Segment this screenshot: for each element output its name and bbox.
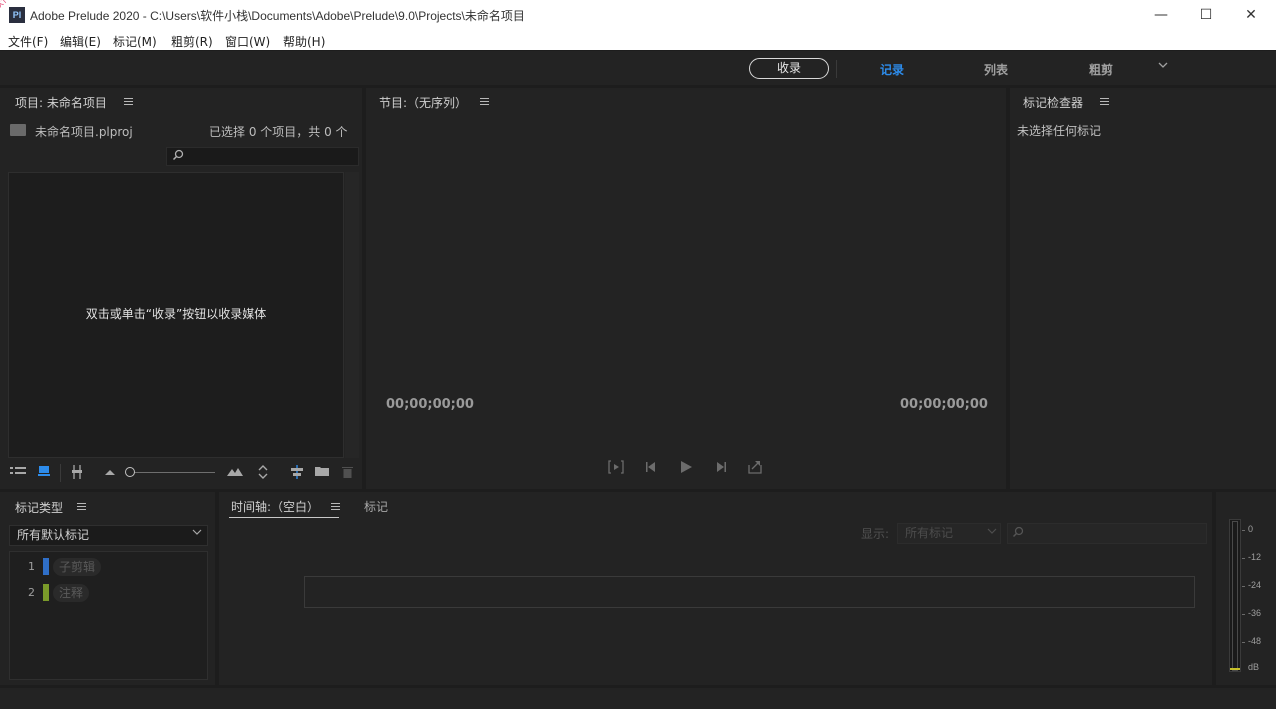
timeline-panel-menu-icon[interactable] [331,503,340,510]
show-filter-label: 显示: [861,527,890,541]
meter-label: -36 [1248,608,1262,618]
marker-type-select[interactable]: 所有默认标记 [9,525,208,546]
minimize-button[interactable]: — [1138,0,1184,30]
marker-color-swatch [43,558,49,575]
ingest-button[interactable]: 收录 [749,58,829,79]
timeline-track[interactable] [304,576,1195,608]
tab-timeline[interactable]: 时间轴:（空白） [231,498,319,515]
timecode-out[interactable]: 00;00;00;00 [900,397,988,412]
search-icon [1012,526,1024,541]
project-search-input[interactable] [166,147,359,166]
workspace-divider [836,60,837,78]
watermark-text: 公众号 软件小栈 [0,0,28,35]
freeform-view-icon[interactable] [71,465,83,481]
inspector-panel-title[interactable]: 标记检查器 [1023,94,1083,111]
marker-type-number: 2 [28,586,35,599]
icon-view-icon[interactable] [38,465,50,481]
marker-type-panel-menu-icon[interactable] [77,503,86,510]
meter-label: -12 [1248,552,1262,562]
meter-label: -48 [1248,636,1262,646]
inspector-panel-menu-icon[interactable] [1100,98,1109,105]
menu-marker[interactable]: 标记(M) [113,33,157,50]
show-filter-select[interactable]: 所有标记 [897,523,1001,544]
audio-meter-panel [1216,492,1276,685]
program-panel-title[interactable]: 节目:（无序列） [379,94,467,111]
meter-tick [1242,614,1245,615]
marker-type-comment[interactable]: 注释 [53,584,90,602]
export-frame-icon[interactable] [747,460,763,478]
automate-to-sequence-icon[interactable] [290,465,304,481]
menu-help[interactable]: 帮助(H) [283,33,325,50]
step-back-icon[interactable] [644,460,658,478]
audio-meter-level [1230,668,1240,670]
active-tab-underline [229,517,339,518]
meter-label: -24 [1248,580,1262,590]
workspace-tab-list[interactable]: 列表 [984,61,1008,78]
menu-window[interactable]: 窗口(W) [225,33,270,50]
meter-unit-label: dB [1248,662,1260,672]
workspace-tab-roughcut[interactable]: 粗剪 [1089,61,1113,78]
meter-label: 0 [1248,524,1254,534]
marker-type-subclip[interactable]: 子剪辑 [53,558,102,576]
marker-type-panel-title[interactable]: 标记类型 [15,499,63,516]
tab-markers[interactable]: 标记 [364,498,388,515]
project-list-scrollbar[interactable] [345,172,359,458]
program-monitor-panel [366,88,1006,489]
inspector-empty-message: 未选择任何标记 [1017,124,1102,138]
project-filename: 未命名项目.plproj [35,125,133,139]
sort-icon[interactable] [258,465,268,481]
close-button[interactable]: ✕ [1228,0,1274,30]
project-selection-count: 已选择 0 个项目，共 0 个 [209,125,348,139]
delete-icon[interactable] [342,465,353,481]
project-panel-menu-icon[interactable] [124,98,133,105]
zoom-in-icon[interactable] [227,465,243,481]
play-icon[interactable] [679,460,693,478]
marker-type-list [9,551,208,680]
program-panel-menu-icon[interactable] [480,98,489,105]
menu-edit[interactable]: 编辑(E) [60,33,101,50]
meter-tick [1242,558,1245,559]
workspace-tab-log[interactable]: 记录 [880,61,904,78]
meter-tick [1242,642,1245,643]
step-forward-icon[interactable] [714,460,728,478]
audio-meter-channel [1232,521,1238,671]
go-to-in-icon[interactable] [607,460,625,478]
meter-tick [1242,586,1245,587]
meter-tick [1242,530,1245,531]
list-view-icon[interactable] [10,465,26,481]
zoom-slider-track[interactable] [133,472,215,473]
project-panel-title[interactable]: 项目: 未命名项目 [15,94,107,111]
menu-roughcut[interactable]: 粗剪(R) [171,33,213,50]
window-title: Adobe Prelude 2020 - C:\Users\软件小栈\Docum… [30,9,525,23]
timeline-search-input[interactable] [1007,523,1207,544]
marker-inspector-panel [1010,88,1276,489]
project-empty-hint: 双击或单击“收录”按钮以收录媒体 [85,307,267,321]
status-bar [0,688,1276,709]
chevron-down-icon[interactable] [1158,59,1172,72]
toolbar-divider [60,464,61,482]
search-icon [172,149,184,164]
project-file-icon [10,124,26,136]
new-bin-icon[interactable] [315,465,329,481]
chevron-down-icon [192,528,202,539]
zoom-out-icon[interactable] [104,465,116,481]
timecode-in[interactable]: 00;00;00;00 [386,397,474,412]
marker-type-number: 1 [28,560,35,573]
workspace-bar [0,51,1276,85]
marker-color-swatch [43,584,49,601]
chevron-down-icon [987,527,997,538]
zoom-slider-handle[interactable] [125,467,135,477]
maximize-button[interactable]: ☐ [1183,0,1229,30]
